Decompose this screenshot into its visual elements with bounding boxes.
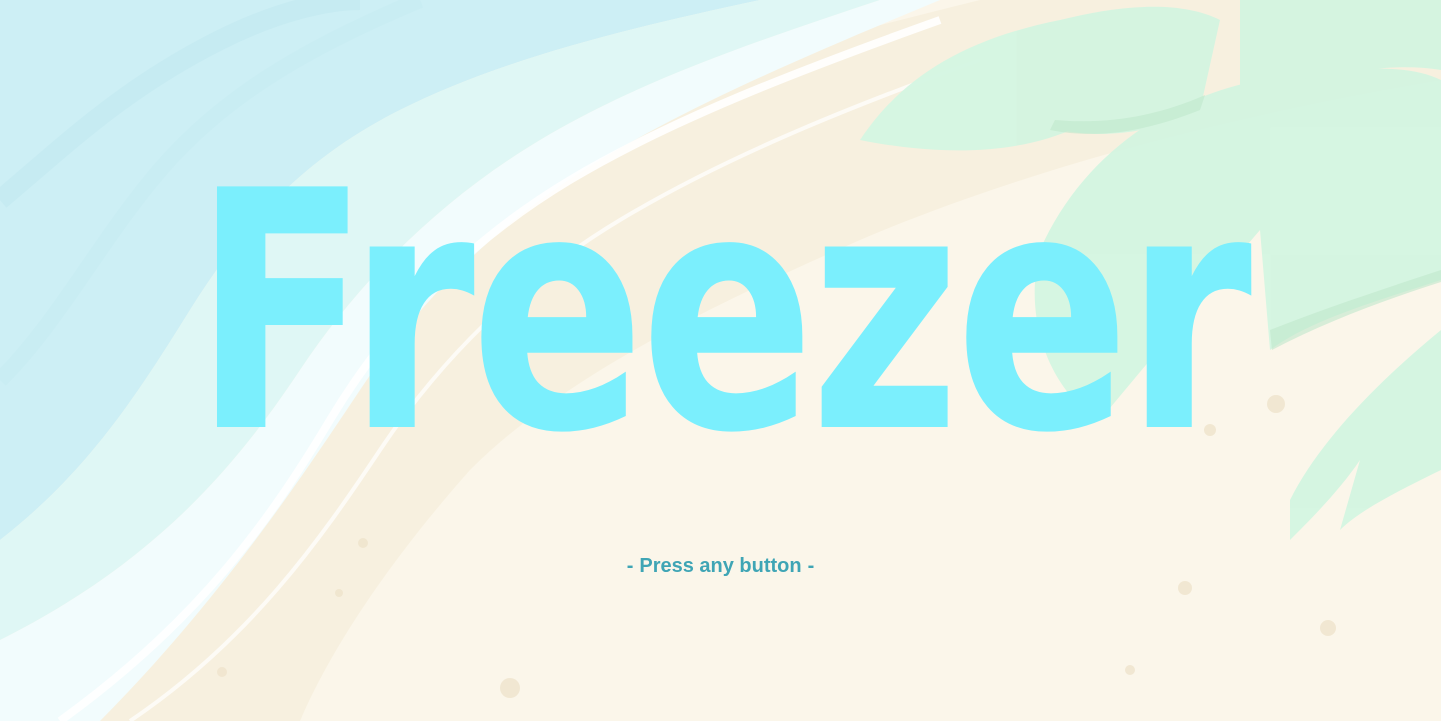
prompt-text: Press any button — [639, 555, 802, 577]
prompt-dash-left: - — [626, 555, 634, 577]
prompt-dash-right: - — [807, 555, 815, 577]
title-screen[interactable]: Freezer - Press any button - — [0, 0, 1441, 721]
game-title: Freezer — [193, 121, 1252, 505]
press-any-button-prompt[interactable]: - Press any button - — [0, 555, 1441, 578]
